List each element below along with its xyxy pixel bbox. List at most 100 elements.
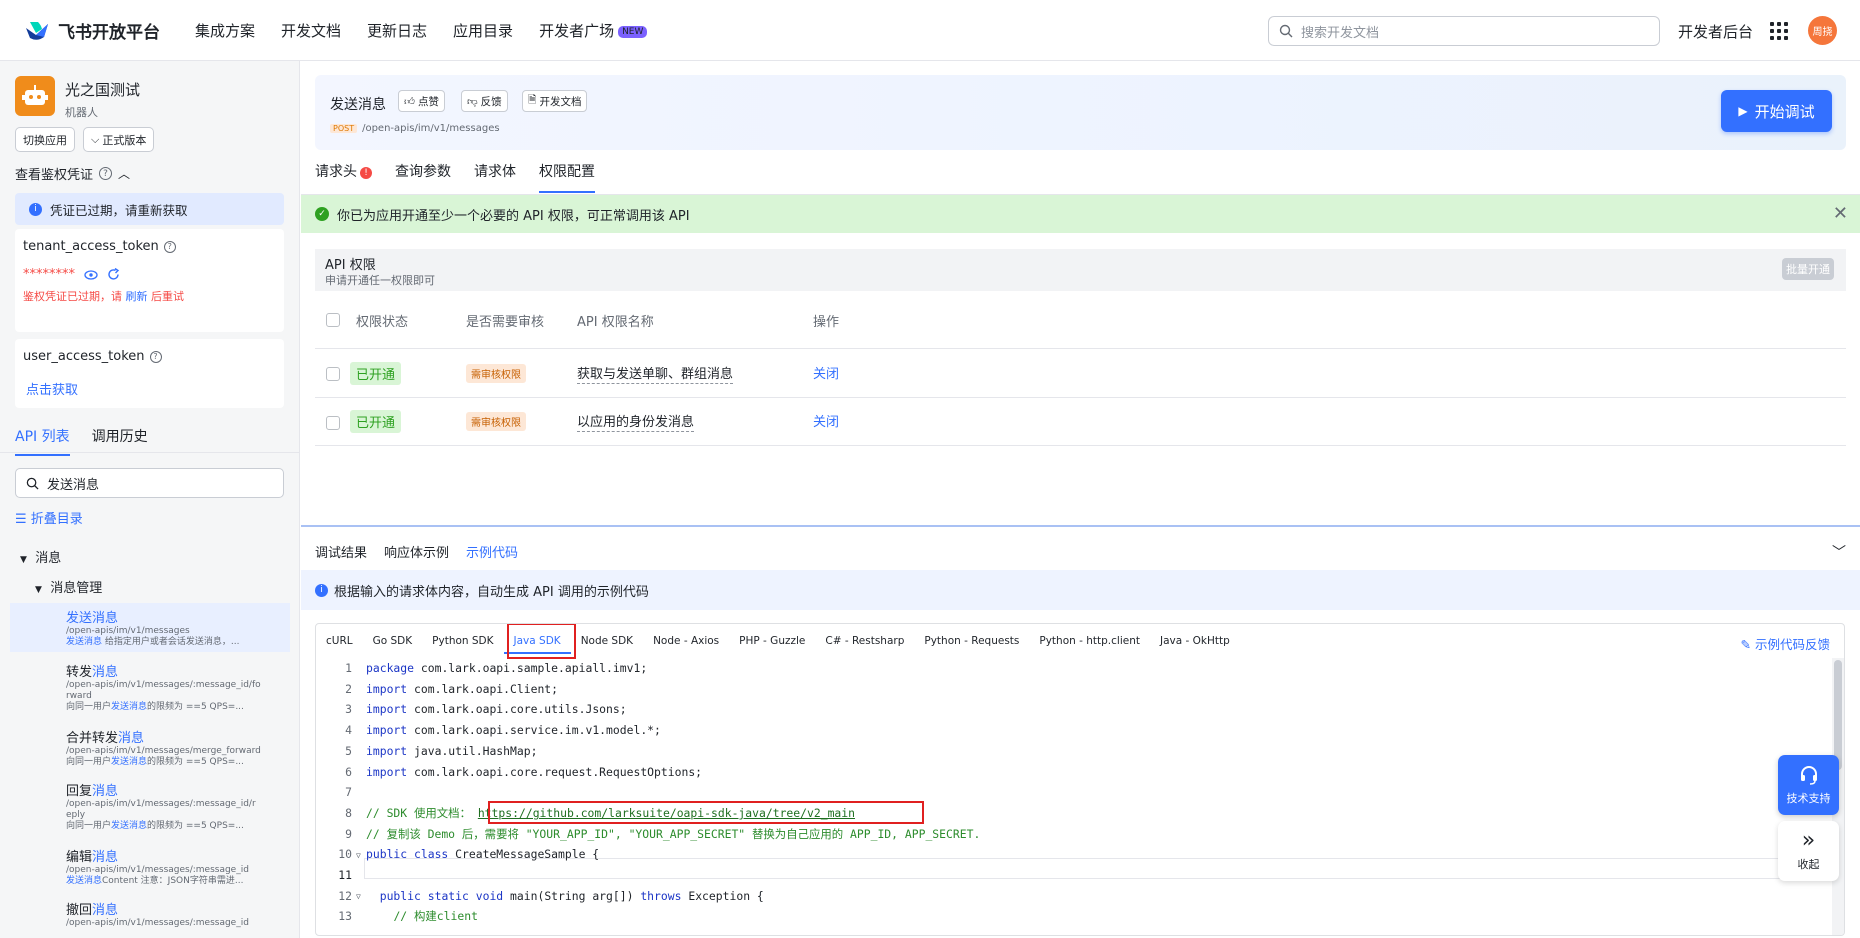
feishu-logo-icon bbox=[26, 21, 48, 40]
like-label: 点赞 bbox=[417, 95, 439, 108]
tech-support-button[interactable]: 技术支持 bbox=[1778, 755, 1839, 815]
chevron-down-icon[interactable]: ﹀ bbox=[1832, 542, 1846, 562]
permission-title: API 权限 bbox=[325, 258, 376, 273]
api-item-edit-message[interactable]: 编辑消息 /open-apis/im/v1/messages/:message_… bbox=[10, 846, 290, 887]
row-checkbox[interactable] bbox=[326, 416, 340, 430]
api-name-hl: 消息 bbox=[92, 784, 119, 799]
nav-app-directory[interactable]: 应用目录 bbox=[453, 20, 513, 41]
permission-name[interactable]: 以应用的身份发消息 bbox=[577, 411, 695, 432]
fold-label: 折叠目录 bbox=[30, 512, 83, 527]
collapse-button[interactable]: » 收起 bbox=[1778, 821, 1839, 881]
lang-tab-python-httpclient[interactable]: Python - http.client bbox=[1029, 635, 1150, 647]
lang-tab-curl[interactable]: cURL bbox=[316, 635, 363, 647]
feedback-label: 反馈 bbox=[480, 95, 502, 108]
tree-node-message-management[interactable]: ▼ 消息管理 bbox=[35, 577, 102, 596]
start-debug-button[interactable]: ▶ 开始调试 bbox=[1721, 90, 1832, 132]
row-checkbox[interactable] bbox=[326, 367, 340, 381]
lang-tab-php-guzzle[interactable]: PHP - Guzzle bbox=[729, 635, 815, 647]
list-icon: ☰ bbox=[15, 512, 27, 527]
code-token: import bbox=[366, 764, 408, 779]
docs-button[interactable]: 🗎 开发文档 bbox=[522, 90, 588, 112]
nav-solutions[interactable]: 集成方案 bbox=[195, 20, 255, 41]
caret-down-icon: ▼ bbox=[20, 555, 27, 565]
code-token: java.util.HashMap; bbox=[407, 743, 538, 758]
api-item-send-message[interactable]: 发送消息 /open-apis/im/v1/messages 发送消息 给指定用… bbox=[10, 603, 290, 652]
tab-response-example[interactable]: 响应体示例 bbox=[384, 542, 449, 573]
tree-node-message[interactable]: ▼ 消息 bbox=[20, 547, 61, 566]
feedback-button[interactable]: 👎︎ 反馈 bbox=[461, 90, 508, 112]
nav-docs[interactable]: 开发文档 bbox=[281, 20, 341, 41]
api-desc-pre: 向同一用户 bbox=[66, 702, 112, 712]
lang-tab-java-okhttp[interactable]: Java - OkHttp bbox=[1150, 635, 1240, 647]
api-item-recall-message[interactable]: 撤回消息 /open-apis/im/v1/messages/:message_… bbox=[10, 899, 290, 929]
fold-directory-button[interactable]: ☰ 折叠目录 bbox=[15, 508, 83, 527]
sidebar-divider bbox=[0, 452, 299, 453]
lang-tab-python-requests[interactable]: Python - Requests bbox=[914, 635, 1029, 647]
version-select[interactable]: ⌵ 正式版本 bbox=[83, 127, 155, 152]
fold-chevron-icon[interactable]: ▽ bbox=[356, 851, 361, 860]
avatar[interactable]: 周挠 bbox=[1808, 16, 1837, 45]
api-item-merge-forward[interactable]: 合并转发消息 /open-apis/im/v1/messages/merge_f… bbox=[10, 727, 290, 768]
api-name-pre: 撤回 bbox=[66, 903, 93, 918]
caret-down-icon: ▼ bbox=[35, 585, 42, 595]
lang-tab-go-sdk[interactable]: Go SDK bbox=[363, 635, 423, 647]
new-badge: NEW bbox=[618, 26, 648, 38]
code-comment: // SDK 使用文档： bbox=[366, 805, 471, 820]
thumb-down-icon: 👎︎ bbox=[467, 95, 478, 108]
status-badge: 已开通 bbox=[350, 362, 402, 385]
api-desc-pre: 向同一用户 bbox=[66, 821, 112, 831]
line-number: 7 bbox=[345, 785, 352, 800]
app-grid-icon[interactable] bbox=[1770, 22, 1788, 40]
tab-sample-code[interactable]: 示例代码 bbox=[466, 542, 519, 573]
api-path: /open-apis/im/v1/messages/merge_forward bbox=[66, 746, 261, 756]
expired-notice-text: 凭证已过期，请重新获取 bbox=[50, 202, 188, 218]
code-comment: "YOUR_APP_ID" bbox=[525, 826, 615, 841]
tab-headers[interactable]: 请求头! bbox=[315, 161, 372, 193]
api-name-hl: 消息 bbox=[92, 850, 119, 865]
line-number: 6 bbox=[345, 764, 352, 779]
batch-enable-button[interactable]: 批量开通 bbox=[1782, 258, 1834, 280]
api-item-forward-message[interactable]: 转发消息 /open-apis/im/v1/messages/:message_… bbox=[10, 661, 290, 713]
code-comment: // 构建client bbox=[393, 909, 478, 924]
brand-logo[interactable]: 飞书开放平台 bbox=[24, 18, 160, 43]
api-search-input[interactable]: 发送消息 bbox=[15, 468, 284, 498]
permission-name[interactable]: 获取与发送单聊、群组消息 bbox=[577, 363, 734, 384]
document-icon: 🗎 bbox=[528, 94, 537, 106]
select-all-checkbox[interactable] bbox=[326, 313, 340, 327]
tab-debug-result[interactable]: 调试结果 bbox=[315, 542, 367, 573]
tab-query-params[interactable]: 查询参数 bbox=[395, 161, 451, 193]
lang-tab-csharp-restsharp[interactable]: C# - Restsharp bbox=[815, 635, 914, 647]
tab-permissions[interactable]: 权限配置 bbox=[539, 161, 595, 193]
code-token: Exception { bbox=[681, 888, 764, 903]
api-item-reply-message[interactable]: 回复消息 /open-apis/im/v1/messages/:message_… bbox=[10, 780, 290, 832]
lang-tab-node-sdk[interactable]: Node SDK bbox=[571, 635, 643, 647]
lang-tab-node-axios[interactable]: Node - Axios bbox=[643, 635, 729, 647]
nav-dev-square[interactable]: 开发者广场 NEW bbox=[539, 20, 648, 41]
api-header: 发送消息 👍︎ 点赞 👎︎ 反馈 🗎 开发文档 POST/open-apis/im/v… bbox=[315, 75, 1846, 150]
get-user-token-link[interactable]: 点击获取 bbox=[26, 379, 78, 398]
code-feedback-link[interactable]: ✎ 示例代码反馈 bbox=[1741, 634, 1830, 653]
check-circle-icon: ✓ bbox=[315, 207, 329, 221]
search-icon bbox=[26, 477, 39, 490]
close-permission-link[interactable]: 关闭 bbox=[813, 363, 839, 382]
doc-search-input[interactable]: 搜索开发文档 bbox=[1268, 16, 1660, 46]
status-badge: 已开通 bbox=[350, 410, 402, 433]
panel-splitter[interactable] bbox=[301, 525, 1860, 527]
fold-chevron-icon[interactable]: ▽ bbox=[356, 892, 361, 901]
lang-tab-python-sdk[interactable]: Python SDK bbox=[422, 635, 503, 647]
developer-console-link[interactable]: 开发者后台 bbox=[1678, 21, 1753, 42]
code-token: import bbox=[366, 681, 408, 696]
eye-icon[interactable] bbox=[84, 269, 98, 280]
code-token: com.lark.oapi.sample.apiall.imv1; bbox=[414, 661, 648, 675]
close-icon[interactable]: ✕ bbox=[1833, 205, 1848, 223]
tab-request-body[interactable]: 请求体 bbox=[474, 161, 516, 193]
refresh-link[interactable]: 刷新 bbox=[126, 290, 148, 303]
like-button[interactable]: 👍︎ 点赞 bbox=[398, 90, 445, 112]
review-badge: 需审核权限 bbox=[466, 364, 526, 383]
close-permission-link[interactable]: 关闭 bbox=[813, 411, 839, 430]
nav-changelog[interactable]: 更新日志 bbox=[367, 20, 427, 41]
credential-toggle[interactable]: 查看鉴权凭证 ? ︿ bbox=[15, 164, 130, 183]
switch-app-button[interactable]: 切换应用 bbox=[15, 127, 75, 152]
refresh-icon[interactable] bbox=[107, 268, 120, 281]
error-prefix: 鉴权凭证已过期，请 bbox=[23, 290, 122, 303]
